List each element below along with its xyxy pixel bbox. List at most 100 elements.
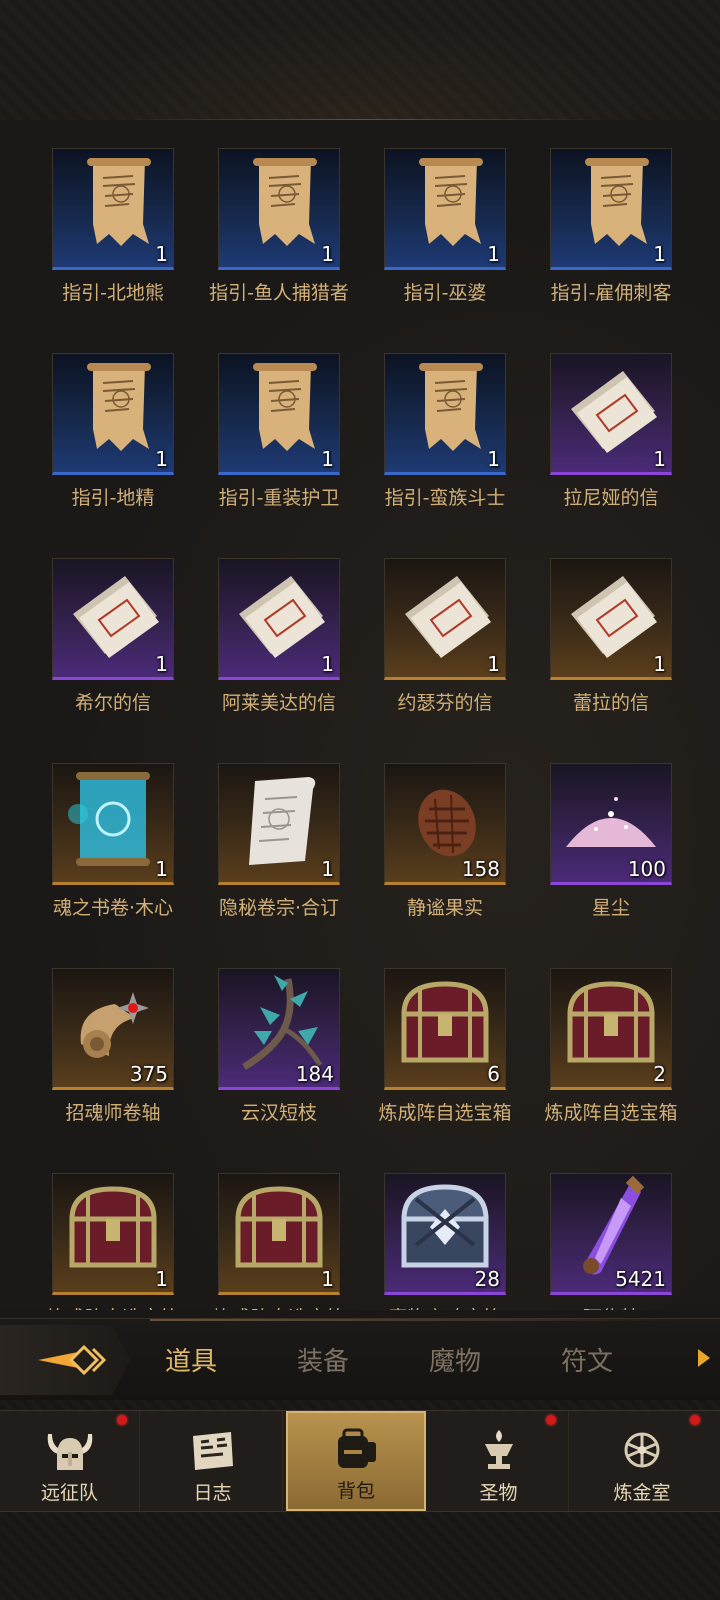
item-tile[interactable]: 1 [52, 353, 174, 475]
inventory-item[interactable]: 1 指引-地精 [30, 353, 196, 510]
bottom-navigation: 远征队 日志 背包 圣物 炼金室 [0, 1400, 720, 1600]
item-name: 魔物之魂宝箱 [362, 1303, 528, 1310]
item-name: 隐秘卷宗·合订 [218, 897, 340, 919]
inventory-item[interactable]: 1 指引-重装护卫 [196, 353, 362, 510]
inventory-item[interactable]: 1 指引-北地熊 [30, 148, 196, 305]
item-tile[interactable]: 1 [218, 1173, 340, 1295]
inventory-item[interactable]: 1 炼成阵自选宝箱 [30, 1173, 196, 1310]
top-ornament-banner [0, 0, 720, 121]
journal-icon [192, 1432, 233, 1470]
item-tile[interactable]: 6 [384, 968, 506, 1090]
item-tile[interactable]: 1 [384, 558, 506, 680]
item-tile[interactable]: 1 [384, 148, 506, 270]
item-tile[interactable]: 1 [218, 763, 340, 885]
inventory-item[interactable]: 2 炼成阵自选宝箱 [528, 968, 694, 1125]
inventory-item[interactable]: 1 阿莱美达的信 [196, 558, 362, 715]
item-tile[interactable]: 1 [218, 148, 340, 270]
item-quantity: 1 [487, 242, 500, 266]
nav-journal[interactable]: 日志 [143, 1411, 283, 1511]
item-name: 指引-重装护卫 [218, 487, 340, 509]
item-tile[interactable]: 5421 [550, 1173, 672, 1295]
next-tab-arrow-icon[interactable] [698, 1349, 710, 1367]
inventory-item[interactable]: 1 希尔的信 [30, 558, 196, 715]
item-tile[interactable]: 158 [384, 763, 506, 885]
inventory-item[interactable]: 1 拉尼娅的信 [528, 353, 694, 510]
tab-items[interactable]: 道具 [165, 1341, 217, 1378]
scroll-map-icon [63, 359, 163, 463]
notification-dot [690, 1415, 700, 1425]
item-tile[interactable]: 1 [550, 148, 672, 270]
item-tile[interactable]: 1 [52, 148, 174, 270]
item-tile[interactable]: 2 [550, 968, 672, 1090]
item-tile[interactable]: 1 [550, 353, 672, 475]
tab-equipment[interactable]: 装备 [297, 1341, 349, 1378]
inventory-item[interactable]: 5421 阿佐特 [528, 1173, 694, 1310]
inventory-item[interactable]: 158 静谧果实 [362, 763, 528, 920]
letter-icon [561, 564, 661, 668]
item-tile[interactable]: 375 [52, 968, 174, 1090]
item-name: 约瑟芬的信 [397, 692, 493, 714]
item-name: 炼成阵自选宝箱 [544, 1102, 678, 1124]
nav-alchemy-room[interactable]: 炼金室 [572, 1411, 712, 1511]
inventory-item[interactable]: 1 约瑟芬的信 [362, 558, 528, 715]
inventory-item[interactable]: 1 炼成阵自选宝箱 [196, 1173, 362, 1310]
item-tile[interactable]: 1 [384, 353, 506, 475]
inventory-item[interactable]: 6 炼成阵自选宝箱 [362, 968, 528, 1125]
item-tile[interactable]: 1 [550, 558, 672, 680]
item-tile[interactable]: 1 [52, 1173, 174, 1295]
nav-expedition[interactable]: 远征队 [0, 1411, 140, 1511]
item-tile[interactable]: 184 [218, 968, 340, 1090]
nav-label-relics: 圣物 [479, 1482, 518, 1504]
item-name: 指引-地精 [71, 487, 155, 509]
back-button[interactable] [0, 1325, 130, 1395]
inventory-item[interactable]: 1 指引-蛮族斗士 [362, 353, 528, 510]
inventory-item[interactable]: 1 指引-巫婆 [362, 148, 528, 305]
nav-label-expedition: 远征队 [40, 1482, 98, 1504]
inventory-item[interactable]: 1 隐秘卷宗·合订 [196, 763, 362, 920]
item-quantity: 1 [487, 652, 500, 676]
viking-helmet-icon [47, 1434, 92, 1470]
item-quantity: 158 [461, 857, 500, 881]
item-tile[interactable]: 100 [550, 763, 672, 885]
item-tile[interactable]: 1 [218, 558, 340, 680]
inventory-item[interactable]: 184 云汉短枝 [196, 968, 362, 1125]
item-tile[interactable]: 28 [384, 1173, 506, 1295]
inventory-grid-area[interactable]: 1 指引-北地熊 1 指引-鱼人捕猎者 1 指引-巫婆 1 指引-雇佣刺客 1 指引-地精 [0, 120, 720, 1310]
item-quantity: 1 [155, 242, 168, 266]
inventory-item[interactable]: 100 星尘 [528, 763, 694, 920]
inventory-item[interactable]: 1 蕾拉的信 [528, 558, 694, 715]
inventory-item[interactable]: 1 指引-鱼人捕猎者 [196, 148, 362, 305]
nav-backpack[interactable]: 背包 [286, 1411, 426, 1511]
scroll-map-icon [229, 154, 329, 258]
item-tile[interactable]: 1 [52, 558, 174, 680]
inventory-item[interactable]: 1 魂之书卷·木心 [30, 763, 196, 920]
item-quantity: 1 [321, 857, 334, 881]
notification-dot [117, 1415, 127, 1425]
treasure-chest-icon [58, 1179, 168, 1283]
item-name: 星尘 [591, 897, 630, 919]
nav-relics[interactable]: 圣物 [429, 1411, 569, 1511]
tab-monsters[interactable]: 魔物 [429, 1341, 481, 1378]
treasure-chest-icon [556, 974, 666, 1078]
item-name: 指引-巫婆 [403, 282, 487, 304]
item-tile[interactable]: 1 [52, 763, 174, 885]
item-quantity: 6 [487, 1062, 500, 1086]
item-name: 拉尼娅的信 [563, 487, 659, 509]
item-quantity: 1 [321, 242, 334, 266]
item-quantity: 184 [295, 1062, 334, 1086]
inventory-item[interactable]: 1 指引-雇佣刺客 [528, 148, 694, 305]
item-name: 静谧果实 [406, 897, 483, 919]
inventory-item[interactable]: 375 招魂师卷轴 [30, 968, 196, 1125]
treasure-chest-icon [390, 974, 500, 1078]
item-tile[interactable]: 1 [218, 353, 340, 475]
item-name: 炼成阵自选宝箱 [30, 1303, 196, 1310]
soul-scroll-icon [58, 764, 168, 878]
relic-chalice-icon [484, 1430, 513, 1469]
inventory-item[interactable]: 28 魔物之魂宝箱 [362, 1173, 528, 1310]
item-name: 希尔的信 [74, 692, 151, 714]
item-name: 招魂师卷轴 [65, 1102, 161, 1124]
tab-runes[interactable]: 符文 [561, 1341, 613, 1378]
nav-label-journal: 日志 [193, 1482, 232, 1504]
item-quantity: 100 [627, 857, 666, 881]
item-name: 炼成阵自选宝箱 [378, 1102, 512, 1124]
